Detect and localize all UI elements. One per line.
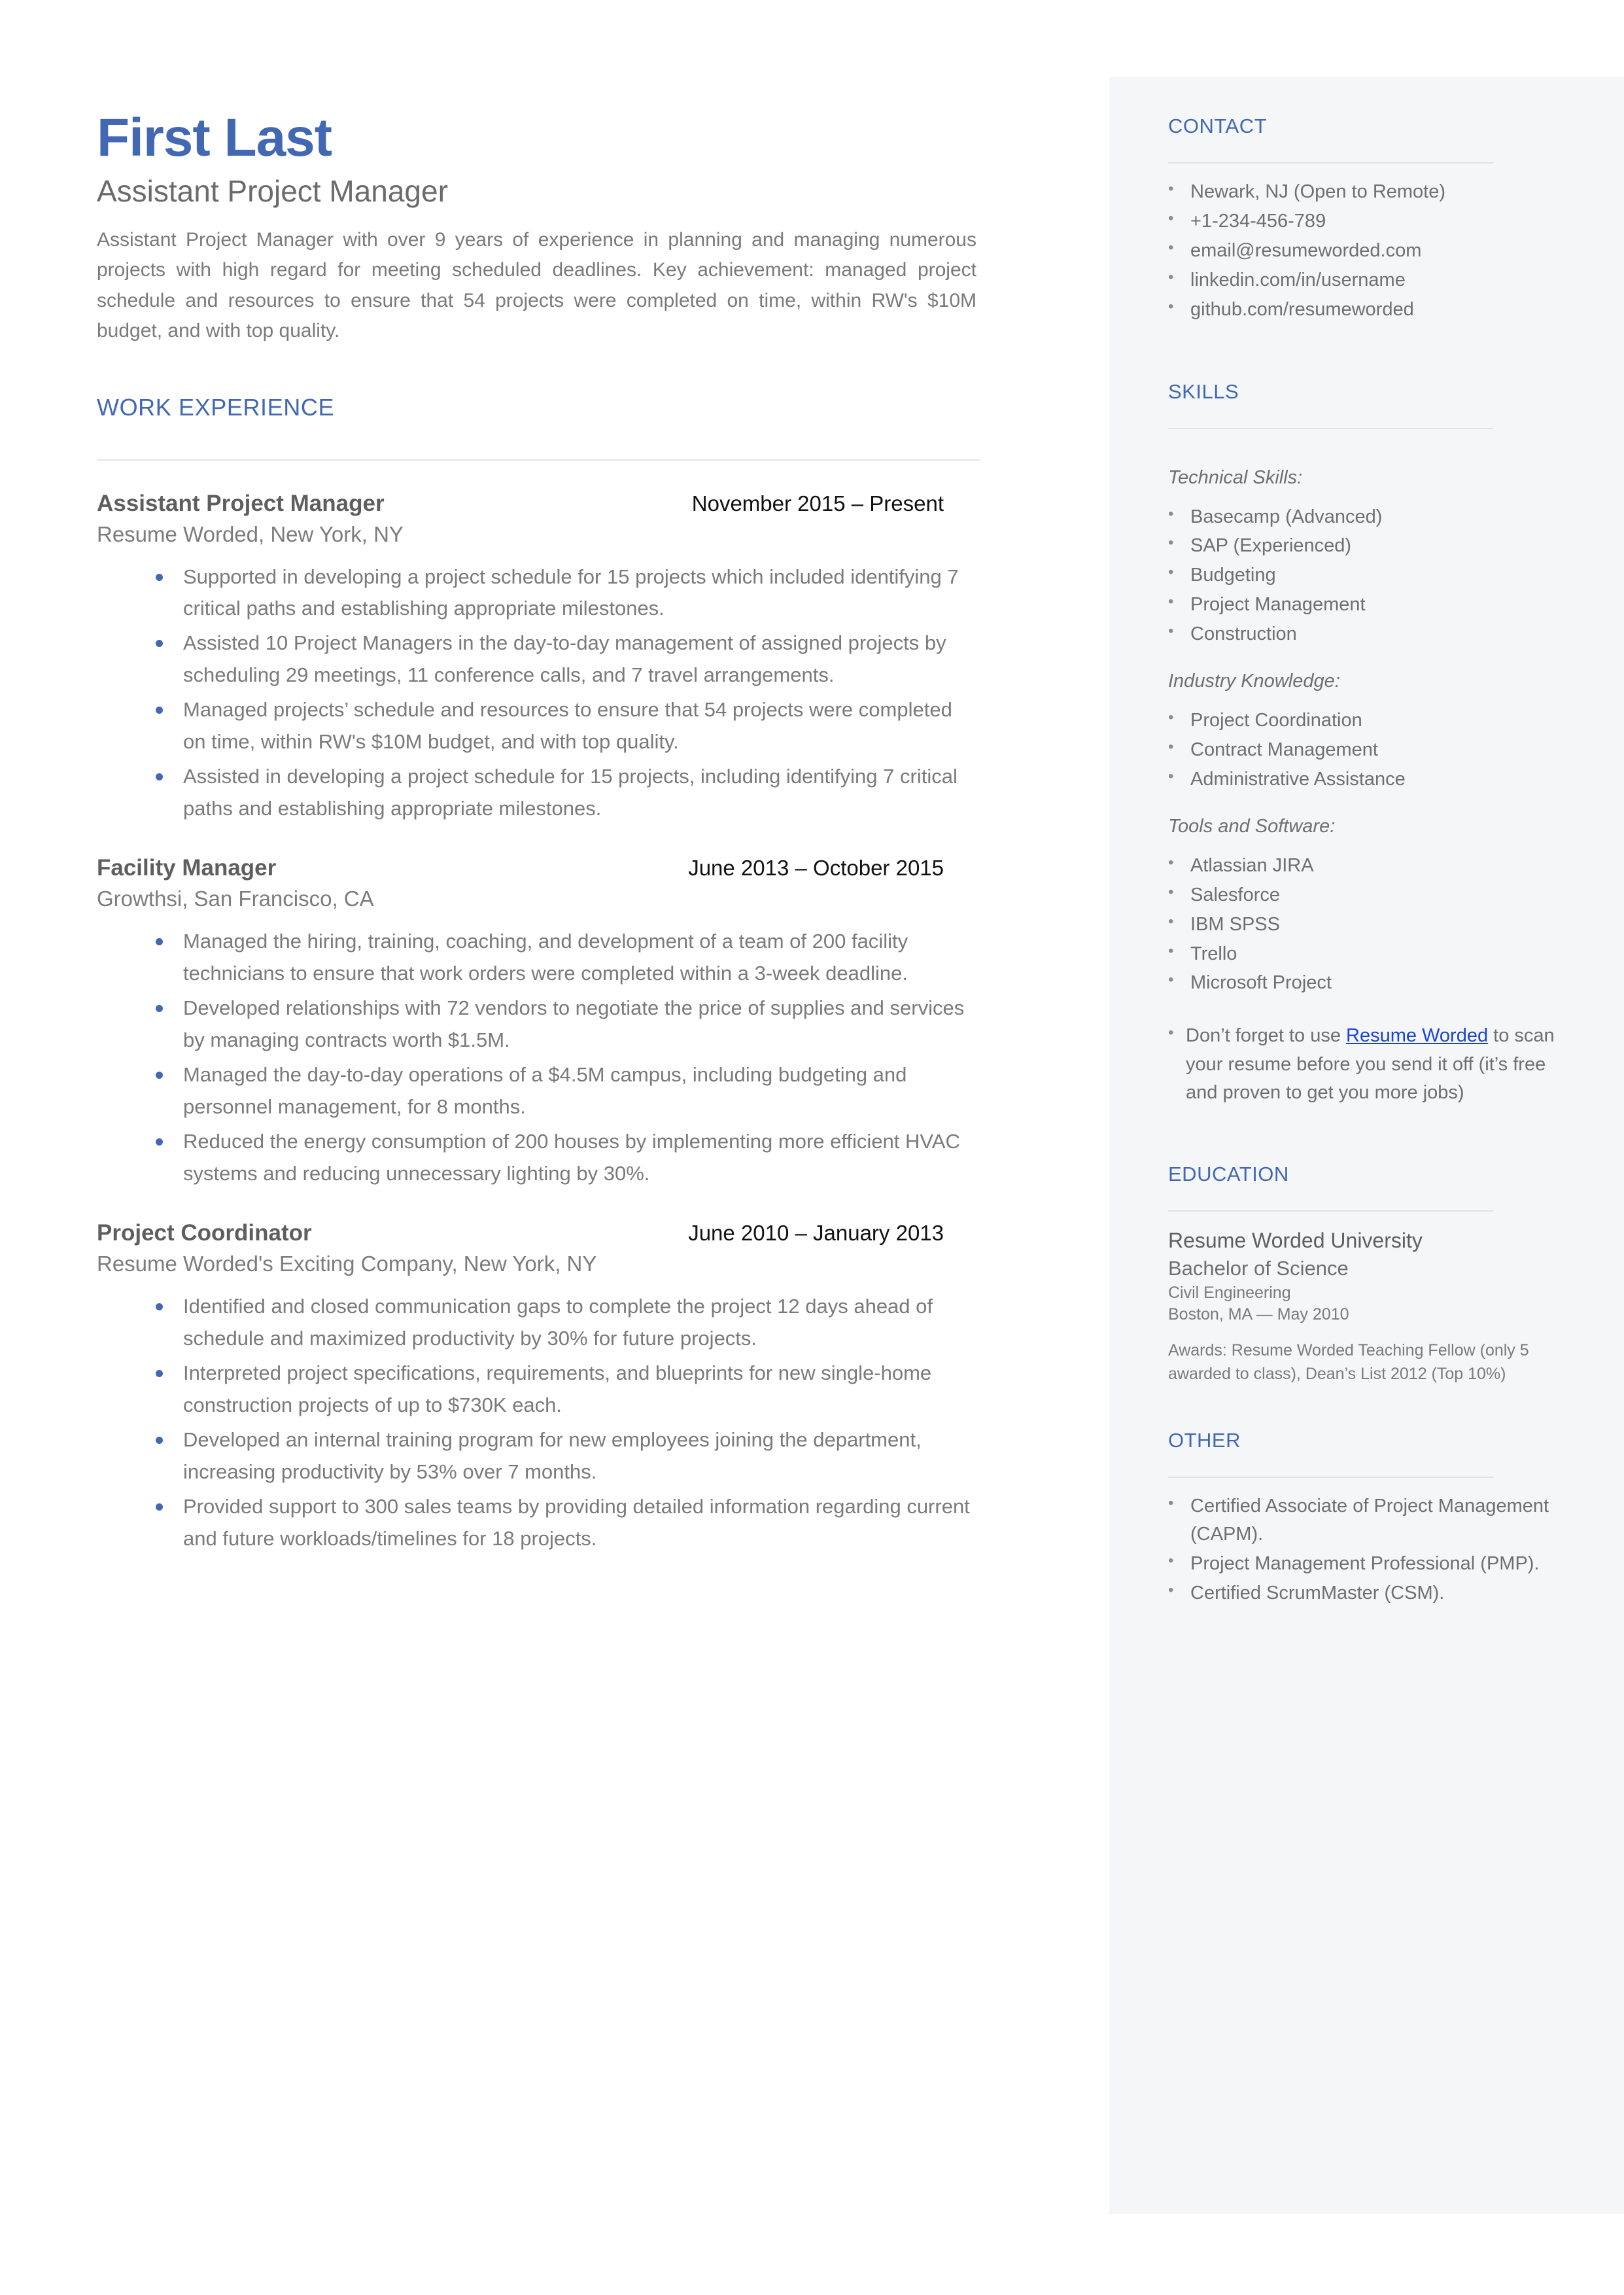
promo-text: Don’t forget to use Resume Worded to sca…: [1168, 1021, 1567, 1108]
job-bullet: Developed relationships with 72 vendors …: [156, 992, 978, 1057]
job-header: Facility Manager June 2013 – October 201…: [97, 855, 980, 881]
sidebar-heading-other: OTHER: [1168, 1429, 1241, 1452]
job-bullet: Managed projects’ schedule and resources…: [156, 694, 978, 758]
job-bullet: Managed the hiring, training, coaching, …: [156, 926, 978, 990]
sidebar-section-skills: SKILLS Technical Skills: Basecamp (Advan…: [1168, 380, 1567, 1108]
skill-item: Microsoft Project: [1168, 968, 1567, 997]
contact-linkedin[interactable]: linkedin.com/in/username: [1168, 266, 1567, 294]
other-list: Certified Associate of Project Managemen…: [1168, 1492, 1567, 1607]
skill-list-industry: Project Coordination Contract Management…: [1168, 706, 1567, 794]
skill-item: Construction: [1168, 620, 1567, 648]
candidate-headline: Assistant Project Manager: [97, 174, 448, 208]
skill-group-label-industry: Industry Knowledge:: [1168, 671, 1340, 692]
promo-prefix: Don’t forget to use: [1186, 1025, 1347, 1047]
job-company: Resume Worded, New York, NY: [97, 521, 404, 546]
main-column: First Last Assistant Project Manager Ass…: [97, 111, 980, 1558]
contact-phone[interactable]: +1-234-456-789: [1168, 207, 1567, 236]
job-dates: June 2010 – January 2013: [688, 1221, 944, 1245]
job-bullet: Developed an internal training program f…: [156, 1424, 978, 1488]
job-bullet-list: Identified and closed communication gaps…: [97, 1291, 980, 1555]
skill-list-technical: Basecamp (Advanced) SAP (Experienced) Bu…: [1168, 502, 1567, 649]
sidebar-column: CONTACT Newark, NJ (Open to Remote) +1-2…: [1168, 114, 1567, 1609]
other-item: Project Management Professional (PMP).: [1168, 1549, 1567, 1578]
job-bullet: Supported in developing a project schedu…: [156, 561, 978, 625]
job-bullet-list: Supported in developing a project schedu…: [97, 561, 980, 826]
job-dates: November 2015 – Present: [691, 491, 944, 516]
contact-list: Newark, NJ (Open to Remote) +1-234-456-7…: [1168, 177, 1567, 324]
sidebar-section-contact: CONTACT Newark, NJ (Open to Remote) +1-2…: [1168, 114, 1567, 324]
job-dates: June 2013 – October 2015: [688, 856, 944, 881]
sidebar-section-education: EDUCATION Resume Worded University Bache…: [1168, 1163, 1567, 1386]
job-bullet: Identified and closed communication gaps…: [156, 1291, 978, 1355]
section-heading-work-experience: WORK EXPERIENCE: [97, 393, 335, 421]
sidebar-section-other: OTHER Certified Associate of Project Man…: [1168, 1429, 1567, 1607]
sidebar-heading-contact: CONTACT: [1168, 114, 1268, 137]
skill-group-label-tools: Tools and Software:: [1168, 815, 1336, 837]
education-school: Resume Worded University: [1168, 1228, 1423, 1252]
job-bullet: Provided support to 300 sales teams by p…: [156, 1491, 978, 1555]
other-divider: [1168, 1477, 1493, 1479]
resume-worded-link[interactable]: Resume Worded: [1346, 1025, 1488, 1046]
contact-github[interactable]: github.com/resumeworded: [1168, 295, 1567, 324]
education-divider: [1168, 1210, 1493, 1212]
skill-item: Administrative Assistance: [1168, 765, 1567, 794]
skill-item: Basecamp (Advanced): [1168, 502, 1567, 531]
job-entry: Project Coordinator June 2010 – January …: [97, 1220, 980, 1555]
job-title: Project Coordinator: [97, 1220, 312, 1246]
skill-item: Salesforce: [1168, 881, 1567, 909]
summary-paragraph: Assistant Project Manager with over 9 ye…: [97, 228, 976, 342]
education-awards: Awards: Resume Worded Teaching Fellow (o…: [1168, 1341, 1529, 1383]
skill-item: Project Coordination: [1168, 706, 1567, 735]
contact-location: Newark, NJ (Open to Remote): [1168, 177, 1567, 206]
other-item: Certified ScrumMaster (CSM).: [1168, 1579, 1567, 1607]
skill-item: Trello: [1168, 939, 1567, 968]
sidebar-heading-education: EDUCATION: [1168, 1162, 1289, 1185]
job-bullet-list: Managed the hiring, training, coaching, …: [97, 926, 980, 1190]
sidebar-heading-skills: SKILLS: [1168, 379, 1239, 403]
job-bullet: Assisted 10 Project Managers in the day-…: [156, 627, 978, 692]
education-degree: Bachelor of Science: [1168, 1257, 1349, 1280]
other-item: Certified Associate of Project Managemen…: [1168, 1492, 1567, 1549]
skill-item: SAP (Experienced): [1168, 531, 1567, 560]
contact-email[interactable]: email@resumeworded.com: [1168, 236, 1567, 265]
contact-divider: [1168, 162, 1493, 164]
job-bullet: Interpreted project specifications, requ…: [156, 1358, 978, 1422]
skill-item: Project Management: [1168, 590, 1567, 619]
job-title: Assistant Project Manager: [97, 490, 385, 516]
job-bullet: Assisted in developing a project schedul…: [156, 761, 978, 825]
job-entry: Facility Manager June 2013 – October 201…: [97, 855, 980, 1190]
job-bullet: Reduced the energy consumption of 200 ho…: [156, 1126, 978, 1190]
skill-item: IBM SPSS: [1168, 910, 1567, 939]
work-experience-divider: [97, 459, 980, 461]
education-field: Civil Engineering: [1168, 1283, 1291, 1302]
skill-item: Atlassian JIRA: [1168, 851, 1567, 880]
skill-item: Budgeting: [1168, 561, 1567, 589]
skill-item: Contract Management: [1168, 735, 1567, 764]
job-bullet: Managed the day-to-day operations of a $…: [156, 1059, 978, 1123]
candidate-name: First Last: [97, 108, 332, 167]
job-company: Resume Worded's Exciting Company, New Yo…: [97, 1252, 597, 1276]
job-title: Facility Manager: [97, 855, 277, 881]
education-location-date: Boston, MA — May 2010: [1168, 1305, 1349, 1324]
skill-list-tools: Atlassian JIRA Salesforce IBM SPSS Trell…: [1168, 851, 1567, 998]
job-header: Project Coordinator June 2010 – January …: [97, 1220, 980, 1246]
skill-group-label-technical: Technical Skills:: [1168, 466, 1303, 488]
resume-page: First Last Assistant Project Manager Ass…: [0, 0, 1624, 2295]
job-header: Assistant Project Manager November 2015 …: [97, 491, 980, 517]
job-entry: Assistant Project Manager November 2015 …: [97, 491, 980, 826]
job-company: Growthsi, San Francisco, CA: [97, 886, 374, 911]
